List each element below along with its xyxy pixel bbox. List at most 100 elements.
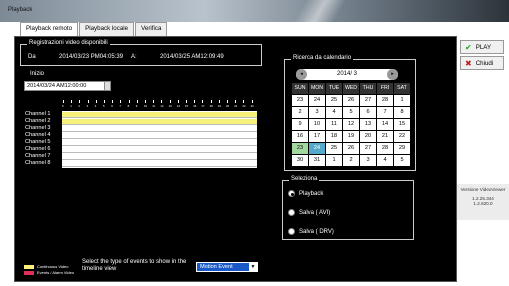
hour-tick [153,100,155,103]
calendar-day[interactable]: 18 [326,131,342,142]
calendar-day[interactable]: 14 [377,119,393,130]
weekday-header: MON [309,83,325,94]
hour-label: 21 [234,104,238,108]
calendar-day[interactable]: 9 [292,119,308,130]
calendar-day[interactable]: 3 [309,107,325,118]
calendar-day[interactable]: 8 [394,107,410,118]
calendar-header: ◂ 2014/ 3 ▸ [296,69,398,80]
play-button[interactable]: ✔ PLAY [460,40,504,54]
calendar-day[interactable]: 17 [309,131,325,142]
calendar-day[interactable]: 4 [377,155,393,166]
weekday-header: SAT [394,83,410,94]
to-label: A: [131,54,137,60]
calendar-day[interactable]: 7 [377,107,393,118]
calendar-day[interactable]: 30 [292,155,308,166]
timeline-row[interactable] [62,146,257,153]
events-prompt: Select the type of events to show in the… [82,259,187,272]
calendar-day[interactable]: 29 [394,143,410,154]
hour-tick [104,100,105,103]
calendar-day[interactable]: 28 [377,95,393,106]
radio-dot-salva-drv[interactable] [288,228,295,235]
timeline-row[interactable] [62,160,257,167]
weekday-header: WED [343,83,359,94]
calendar-day[interactable]: 27 [360,95,376,106]
hour-label: 19 [217,104,221,108]
calendar-day[interactable]: 19 [343,131,359,142]
radio-playback[interactable]: Playback [288,190,323,197]
radio-salva-avi[interactable]: Salva ( AVI) [288,209,330,216]
hour-label: 17 [201,104,205,108]
calendar-day[interactable]: 2 [292,107,308,118]
calendar-day[interactable]: 3 [360,155,376,166]
tab-playback-locale[interactable]: Playback locale [79,22,135,36]
radio-label-playback: Playback [299,190,324,197]
calendar-day[interactable]: 1 [394,95,410,106]
calendar-day[interactable]: 31 [309,155,325,166]
calendar-day[interactable]: 26 [343,95,359,106]
calendar-day[interactable]: 13 [360,119,376,130]
timeline-row[interactable] [62,139,257,146]
calendar-day[interactable]: 5 [394,155,410,166]
calendar-day[interactable]: 1 [326,155,342,166]
timeline-row[interactable] [62,111,257,118]
calendar-day[interactable]: 24 [309,95,325,106]
timeline-row[interactable] [62,125,257,132]
tab-verifica[interactable]: Verifica [135,22,168,36]
calendar-day[interactable]: 6 [360,107,376,118]
hour-tick [186,100,187,103]
weekday-header: TUE [326,83,342,94]
hour-label: 7 [119,104,121,108]
calendar-day[interactable]: 4 [326,107,342,118]
calendar-day[interactable]: 16 [292,131,308,142]
calendar-day[interactable]: 27 [360,143,376,154]
chevron-right-icon[interactable]: ▸ [387,69,398,80]
hour-label: 18 [209,104,213,108]
calendar-day[interactable]: 25 [326,95,342,106]
legend-swatch-events [24,271,34,275]
version-line2: 1.2.620.0 [473,201,493,206]
calendar-day[interactable]: 26 [343,143,359,154]
radio-dot-salva-avi[interactable] [288,209,295,216]
calendar-day[interactable]: 12 [343,119,359,130]
hour-tick [145,100,146,103]
close-button[interactable]: ✖ Chiudi [460,56,504,70]
tab-strip: Playback remoto Playback locale Verifica [20,22,168,36]
timeline-row[interactable] [62,118,257,125]
calendar-day[interactable]: 24 [309,143,325,154]
chevron-left-icon[interactable]: ◂ [296,69,307,80]
calendar-day[interactable]: 2 [343,155,359,166]
radio-dot-playback[interactable] [288,190,295,197]
date-spinner[interactable] [104,82,110,90]
calendar-day[interactable]: 15 [394,119,410,130]
hour-ruler: 0 1 2 3 4 5 6 7 8 9 10 11 12 13 14 15 16 17 18 19 20 21 22 23 [60,100,260,109]
timeline-row[interactable] [62,153,257,160]
calendar-day[interactable]: 23 [292,143,308,154]
calendar-day[interactable]: 22 [394,131,410,142]
weekday-header: SUN [292,83,308,94]
calendar-day[interactable]: 20 [360,131,376,142]
calendar-day[interactable]: 23 [292,95,308,106]
playback-window: Playback Playback remoto Playback locale… [0,0,509,286]
radio-salva-drv[interactable]: Salva ( DRV) [288,228,334,235]
hour-tick [161,100,163,103]
channel-label: Channel 8 [25,160,51,166]
timeline-fill [62,112,257,117]
calendar-day[interactable]: 5 [343,107,359,118]
tab-playback-remoto[interactable]: Playback remoto [20,22,79,36]
start-date-input[interactable]: 2014/03/24 AM12:00:00 [24,81,111,91]
calendar-day[interactable]: 28 [377,143,393,154]
calendar-day[interactable]: 11 [326,119,342,130]
radio-label-salva-avi: Salva ( AVI) [299,209,331,216]
hour-label: 13 [168,104,172,108]
calendar-grid: SUN MON TUE WED THU FRI SAT 23 24 25 26 27 28 1 2 3 4 5 6 7… [292,83,410,166]
calendar-day[interactable]: 10 [309,119,325,130]
event-type-select[interactable]: Motion Event ▼ [196,262,258,272]
chevron-down-icon[interactable]: ▼ [249,263,257,271]
calendar-day[interactable]: 25 [326,143,342,154]
timeline-grid[interactable] [62,111,257,168]
calendar-day[interactable]: 21 [377,131,393,142]
timeline-row[interactable] [62,132,257,139]
calendar: ◂ 2014/ 3 ▸ SUN MON TUE WED THU FRI SAT 23 24 25 2… [288,64,412,166]
weekday-header: FRI [377,83,393,94]
hour-tick [136,100,138,103]
